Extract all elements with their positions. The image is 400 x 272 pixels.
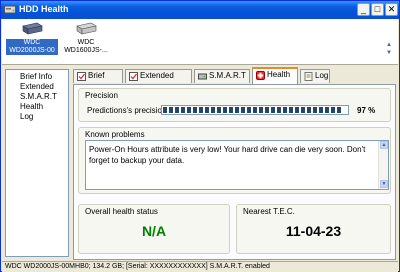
hard-drive-icon	[76, 22, 97, 35]
tab-brief-info[interactable]: Brief Info	[73, 69, 123, 92]
tab-log[interactable]: Log	[300, 69, 330, 83]
sidebar-item-smart[interactable]: S.M.A.R.T	[20, 92, 57, 101]
hdd-app-icon	[4, 5, 16, 14]
log-icon	[304, 72, 313, 81]
sidebar-item-health[interactable]: Health	[20, 102, 43, 111]
drive-icon	[198, 73, 207, 80]
drive-label: WDC	[77, 39, 95, 46]
group-title: Known problems	[85, 130, 145, 139]
precision-label: Predictions's precision	[87, 106, 167, 115]
drive-label: WD2000JS-00	[6, 47, 58, 55]
tab-smart[interactable]: S.M.A.R.T	[194, 69, 250, 83]
group-title: Nearest T.E.C.	[243, 207, 295, 216]
tab-extended-info[interactable]: Extended Info	[125, 69, 192, 92]
tab-label: Health	[267, 70, 291, 79]
health-status-group: Overall health status N/A	[78, 204, 230, 254]
scroll-down-icon[interactable]: ▼	[386, 49, 394, 57]
precision-progress-fill	[163, 107, 341, 113]
title-bar[interactable]: HDD Health _ □ ✕	[1, 1, 399, 19]
known-problems-group: Known problems Power-On Hours attribute …	[78, 127, 391, 194]
health-tab-panel: Precision Predictions's precision 97 % K…	[73, 84, 396, 260]
nearest-tec-group: Nearest T.E.C. 11-04-23	[236, 204, 391, 254]
sidebar-item-log[interactable]: Log	[20, 112, 33, 121]
nearest-tec-value: 11-04-23	[285, 223, 342, 239]
precision-value: 97 %	[357, 106, 376, 115]
close-button[interactable]: ✕	[385, 3, 398, 16]
drive-scroll[interactable]: ▲ ▼	[386, 41, 394, 61]
checkbox-icon	[129, 72, 138, 81]
tab-label: Log	[315, 71, 329, 80]
tab-health[interactable]: Health	[252, 67, 298, 84]
drive-list: WDC WD2000JS-00 WDC WD1600JS-... ▲ ▼	[2, 19, 398, 65]
window-title: HDD Health	[19, 4, 69, 14]
group-title: Overall health status	[85, 207, 158, 216]
group-title: Precision	[85, 91, 118, 100]
drive-label: WD1600JS-...	[64, 47, 108, 54]
textbox-scrollbar[interactable]: ▲ ▼	[378, 141, 388, 189]
checkbox-icon	[77, 72, 86, 81]
precision-progress-bar	[161, 105, 349, 115]
scroll-down-icon[interactable]: ▼	[380, 180, 388, 188]
sidebar-nav: Brief Info Extended S.M.A.R.T Health Log	[5, 69, 69, 257]
drive-item-2[interactable]: WDC WD1600JS-...	[60, 21, 112, 61]
precision-group: Precision Predictions's precision 97 %	[78, 88, 391, 122]
status-bar: WDC WD2000JS-00MHB0; 134.2 GB; [Serial: …	[2, 261, 398, 272]
hard-drive-icon	[22, 22, 43, 35]
health-status-value: N/A	[141, 223, 167, 239]
tab-bar: Brief Info Extended Info S.M.A.R.T Healt…	[73, 67, 395, 92]
drive-label: WDC	[6, 39, 58, 47]
drive-item-1[interactable]: WDC WD2000JS-00	[6, 21, 58, 61]
known-problems-text: Power-On Hours attribute is very low! Yo…	[89, 145, 366, 165]
app-window: HDD Health _ □ ✕ WDC WD2000JS-00 WDC WD1…	[0, 0, 400, 272]
scroll-up-icon[interactable]: ▲	[380, 141, 388, 149]
known-problems-textbox[interactable]: Power-On Hours attribute is very low! Yo…	[85, 140, 389, 190]
maximize-button[interactable]: □	[371, 3, 384, 16]
scroll-up-icon[interactable]: ▲	[386, 41, 394, 49]
sidebar-item-extended[interactable]: Extended	[20, 82, 54, 91]
tab-label: S.M.A.R.T	[209, 71, 246, 80]
minimize-button[interactable]: _	[357, 3, 370, 16]
health-icon	[256, 71, 265, 80]
sidebar-item-brief-info[interactable]: Brief Info	[20, 72, 52, 81]
